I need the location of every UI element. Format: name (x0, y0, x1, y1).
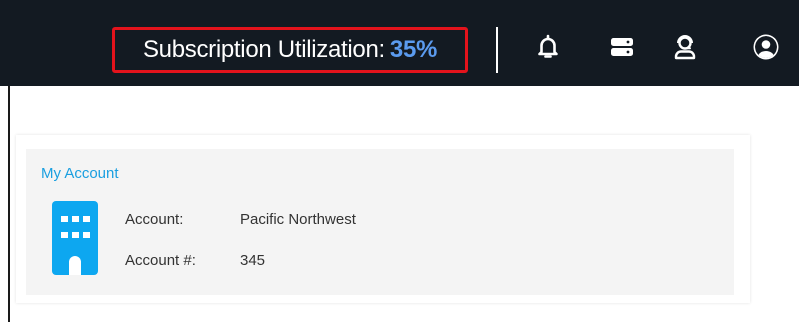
utilization-value: 35% (389, 36, 438, 63)
user-account-icon[interactable] (752, 33, 780, 61)
account-number-label: Account #: (125, 252, 196, 269)
server-icon[interactable] (608, 33, 636, 61)
my-account-link[interactable]: My Account (41, 165, 119, 182)
account-number-value: 345 (240, 252, 266, 269)
utilization-label: Subscription Utilization: (142, 36, 385, 63)
topbar-divider (496, 27, 498, 73)
support-agent-icon[interactable] (671, 33, 699, 61)
subscription-utilization: Subscription Utilization: 35% (112, 27, 468, 73)
left-edge-border (8, 86, 10, 322)
account-value: Pacific Northwest (240, 211, 356, 228)
top-bar: Subscription Utilization: 35% (0, 0, 799, 86)
building-icon (52, 201, 98, 275)
account-label: Account: (125, 211, 184, 228)
bell-icon[interactable] (534, 33, 562, 61)
